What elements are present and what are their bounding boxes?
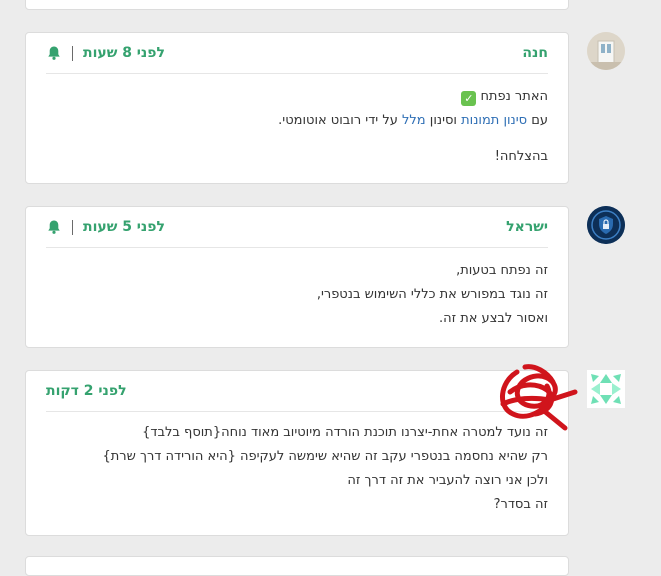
geometric-pattern-avatar-icon <box>587 370 625 408</box>
text-filter-link[interactable]: מלל <box>402 113 426 128</box>
avatar[interactable] <box>587 206 625 244</box>
text: על ידי רובוט אוטומטי. <box>278 113 398 128</box>
comment-time[interactable]: לפני 5 שעות <box>83 219 165 235</box>
comment-line: ואסור לבצע את זה. <box>438 311 548 326</box>
comment-card: חנה לפני 8 שעות האתר נפתח ✓ עם סינון תמו… <box>25 32 569 184</box>
author-name[interactable]: חנה <box>522 45 548 61</box>
comment-line: זה בסדר? <box>493 497 548 512</box>
avatar[interactable] <box>587 370 625 408</box>
comment-header: ישראל לפני 5 שעות <box>46 207 548 248</box>
divider <box>72 45 73 61</box>
comment-card: לפני 2 דקות זה נועד למטרה אחת-יצרנו תוכנ… <box>25 370 569 536</box>
previous-comment-card <box>25 0 569 10</box>
comment-card: ישראל לפני 5 שעות זה נפתח בטעות, זה נוגד… <box>25 206 569 348</box>
comment-line: ולכן אני רוצה להעביר את זה דרך זה <box>347 473 548 488</box>
bell-icon[interactable] <box>46 45 62 61</box>
comment-line: האתר נפתח ✓ <box>46 85 548 109</box>
text: וסינון <box>429 113 457 128</box>
comment-line: זה נפתח בטעות, <box>456 263 548 278</box>
comment-time[interactable]: לפני 8 שעות <box>83 45 165 61</box>
author-name[interactable]: ישראל <box>506 219 548 235</box>
redaction-scribble <box>500 364 578 431</box>
comment-body: זה נועד למטרה אחת-יצרנו תוכנת הורדה מיוט… <box>46 421 548 517</box>
shield-lock-avatar-icon <box>587 206 625 244</box>
user-photo-avatar-icon <box>587 32 625 70</box>
comment-line: זה נוגד במפורש את כללי השימוש בנטפרי, <box>316 287 548 302</box>
text: עם <box>531 113 548 128</box>
comment-line: זה נועד למטרה אחת-יצרנו תוכנת הורדה מיוט… <box>142 425 548 440</box>
comment-line: עם סינון תמונות וסינון מלל על ידי רובוט … <box>46 109 548 133</box>
comment-header: לפני 2 דקות <box>46 371 548 412</box>
comment-body: זה נפתח בטעות, זה נוגד במפורש את כללי הש… <box>46 259 548 331</box>
comment-meta: לפני 2 דקות <box>46 383 127 399</box>
comment-body: האתר נפתח ✓ עם סינון תמונות וסינון מלל ע… <box>46 85 548 169</box>
avatar[interactable] <box>587 32 625 70</box>
divider <box>72 219 73 235</box>
comment-line: בהצלחה! <box>494 149 548 164</box>
text: האתר נפתח <box>480 89 548 104</box>
comment-meta: לפני 8 שעות <box>46 45 165 61</box>
comment-meta: לפני 5 שעות <box>46 219 165 235</box>
bell-icon[interactable] <box>46 219 62 235</box>
comment-line: רק שהיא נחסמה בנטפרי עקב זה שהיא שימשה ל… <box>102 449 548 464</box>
image-filter-link[interactable]: סינון תמונות <box>461 113 527 128</box>
comment-time[interactable]: לפני 2 דקות <box>46 383 127 399</box>
next-comment-card <box>25 556 569 576</box>
comment-header: חנה לפני 8 שעות <box>46 33 548 74</box>
check-mark-icon: ✓ <box>461 91 477 106</box>
